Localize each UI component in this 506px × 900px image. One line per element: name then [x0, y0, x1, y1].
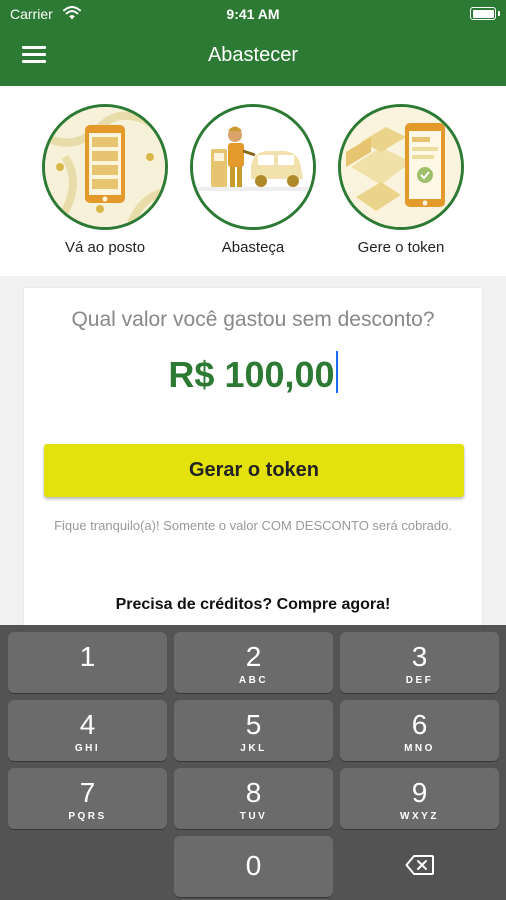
- key-letters: JKL: [240, 743, 267, 754]
- amount-input[interactable]: R$ 100,00: [24, 351, 482, 396]
- step-refuel: Abasteça: [188, 104, 318, 256]
- key-5[interactable]: 5 JKL: [174, 700, 333, 761]
- key-2[interactable]: 2 ABC: [174, 632, 333, 693]
- step-label: Gere o token: [357, 239, 445, 256]
- key-7[interactable]: 7 PQRS: [8, 768, 167, 829]
- key-digit: 7: [79, 777, 96, 808]
- buy-credits-link[interactable]: Precisa de créditos? Compre agora!: [24, 596, 482, 614]
- key-digit: 9: [411, 777, 428, 808]
- key-letters: TUV: [239, 811, 268, 822]
- key-digit: 4: [79, 709, 96, 740]
- amount-card: Qual valor você gastou sem desconto? R$ …: [24, 288, 482, 648]
- key-6[interactable]: 6 MNO: [340, 700, 499, 761]
- key-letters: MNO: [404, 743, 435, 754]
- status-bar: Carrier 9:41 AM: [0, 0, 506, 28]
- amount-value: R$ 100,00: [168, 354, 335, 395]
- text-cursor: [335, 351, 338, 393]
- key-3[interactable]: 3 DEF: [340, 632, 499, 693]
- discount-note: Fique tranquilo(a)! Somente o valor COM …: [54, 518, 452, 533]
- token-phone-illustration: [338, 104, 464, 230]
- key-letters: WXYZ: [400, 811, 439, 822]
- key-9[interactable]: 9 WXYZ: [340, 768, 499, 829]
- generate-token-button[interactable]: Gerar o token: [44, 444, 464, 497]
- backspace-icon: [405, 855, 434, 875]
- key-digit: 5: [245, 709, 262, 740]
- key-digit: 1: [79, 641, 96, 672]
- key-digit: 2: [245, 641, 262, 672]
- refueling-illustration: [190, 104, 316, 230]
- backspace-key[interactable]: [340, 836, 499, 897]
- key-letters: DEF: [405, 675, 434, 686]
- clock: 9:41 AM: [226, 6, 280, 22]
- key-8[interactable]: 8 TUV: [174, 768, 333, 829]
- key-letters: PQRS: [68, 811, 107, 822]
- key-digit: 0: [245, 850, 262, 881]
- key-1[interactable]: 1: [8, 632, 167, 693]
- numeric-keyboard: 1 2 ABC 3 DEF 4 GHI 5 JKL 6 MNO 7 PQRS 8 TUV 9 W…: [0, 625, 506, 900]
- key-digit: 8: [245, 777, 262, 808]
- amount-question: Qual valor você gastou sem desconto?: [71, 308, 435, 331]
- key-letters: ABC: [238, 675, 269, 686]
- steps-section: Vá ao posto Abasteça Gere o token: [0, 86, 506, 276]
- key-digit: 3: [411, 641, 428, 672]
- step-label: Abasteça: [221, 239, 285, 256]
- app-header: Carrier 9:41 AM Abastecer: [0, 0, 506, 86]
- step-label: Vá ao posto: [64, 239, 146, 256]
- key-digit: 6: [411, 709, 428, 740]
- key-0[interactable]: 0: [174, 836, 333, 897]
- station-map-illustration: [42, 104, 168, 230]
- page-title: Abastecer: [207, 44, 299, 66]
- key-letters: GHI: [74, 743, 101, 754]
- step-generate-token: Gere o token: [336, 104, 466, 256]
- battery-icon: [470, 7, 500, 20]
- step-go-to-station: Vá ao posto: [40, 104, 170, 256]
- key-4[interactable]: 4 GHI: [8, 700, 167, 761]
